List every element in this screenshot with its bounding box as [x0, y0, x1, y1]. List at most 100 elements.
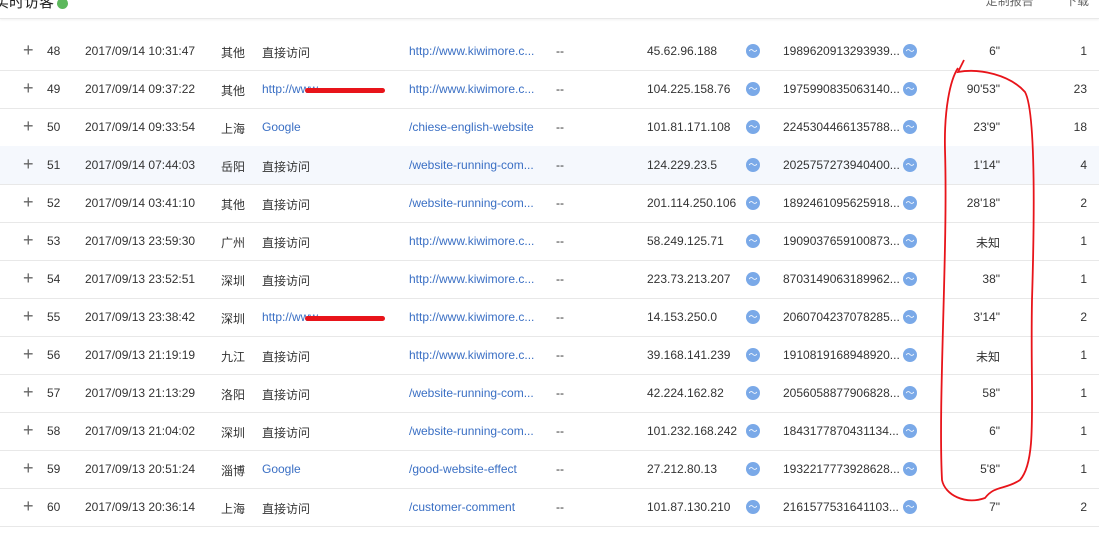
table-row[interactable]: +50 2017/09/14 09:33:54 上海 Google/chiese-en… — [0, 108, 1099, 147]
entry-page-link[interactable]: http://www.kiwimore.c... — [409, 310, 534, 324]
row-number: 49 — [47, 82, 61, 96]
visitor-id: 8703149063189962... — [783, 272, 900, 286]
table-row[interactable]: +48 2017/09/14 10:31:47 其他 直接访问 http://www.k… — [0, 32, 1099, 71]
trend-icon[interactable]: 〜 — [903, 386, 917, 400]
entry-page-link[interactable]: http://www.kiwimore.c... — [409, 348, 534, 362]
row-number: 59 — [47, 462, 61, 476]
expand-icon[interactable]: + — [23, 268, 34, 289]
entry-page-link[interactable]: http://www.kiwimore.c... — [409, 234, 534, 248]
expand-icon[interactable]: + — [23, 458, 34, 479]
table-row[interactable]: +49 2017/09/14 09:37:22 其他 http://www http:/… — [0, 70, 1099, 109]
visit-duration: 23'9" — [973, 120, 1000, 134]
trend-icon[interactable]: 〜 — [746, 386, 760, 400]
entry-page-link[interactable]: /website-running-com... — [409, 158, 534, 172]
ip-address: 201.114.250.106 — [647, 196, 737, 210]
source[interactable]: Google — [262, 462, 301, 476]
entry-page-link[interactable]: /website-running-com... — [409, 196, 534, 210]
trend-icon[interactable]: 〜 — [903, 310, 917, 324]
visit-time: 2017/09/14 09:33:54 — [85, 120, 196, 134]
visit-time: 2017/09/13 21:13:29 — [85, 386, 196, 400]
expand-icon[interactable]: + — [23, 382, 34, 403]
expand-icon[interactable]: + — [23, 154, 34, 175]
row-number: 53 — [47, 234, 61, 248]
trend-icon[interactable]: 〜 — [746, 500, 760, 514]
entry-page-link[interactable]: /website-running-com... — [409, 424, 534, 438]
page-views: 1 — [1080, 44, 1087, 58]
expand-icon[interactable]: + — [23, 344, 34, 365]
table-row[interactable]: +55 2017/09/13 23:38:42 深圳 http://www... htt… — [0, 298, 1099, 337]
trend-icon[interactable]: 〜 — [903, 158, 917, 172]
page-views: 4 — [1080, 158, 1087, 172]
visit-duration: 90'53" — [966, 82, 1000, 96]
trend-icon[interactable]: 〜 — [746, 196, 760, 210]
trend-icon[interactable]: 〜 — [746, 234, 760, 248]
page-views: 2 — [1080, 500, 1087, 514]
entry-page-link[interactable]: http://www.kiwimore.c... — [409, 272, 534, 286]
table-row[interactable]: +52 2017/09/14 03:41:10 其他 直接访问/website-run… — [0, 184, 1099, 223]
expand-icon[interactable]: + — [23, 230, 34, 251]
keyword: -- — [556, 310, 564, 324]
entry-page-link[interactable]: /good-website-effect — [409, 462, 517, 476]
table-row[interactable]: +58 2017/09/13 21:04:02 深圳 直接访问/website-run… — [0, 412, 1099, 451]
trend-icon[interactable]: 〜 — [903, 196, 917, 210]
table-row[interactable]: +53 2017/09/13 23:59:30 广州 直接访问 http://www.k… — [0, 222, 1099, 261]
region: 深圳 — [221, 274, 246, 288]
visit-time: 2017/09/14 07:44:03 — [85, 158, 196, 172]
status-badge — [57, 0, 69, 9]
expand-icon[interactable]: + — [23, 306, 34, 327]
download-button[interactable]: 下载 — [1065, 0, 1089, 8]
expand-icon[interactable]: + — [23, 40, 34, 61]
row-number: 58 — [47, 424, 61, 438]
ip-address: 124.229.23.5 — [647, 158, 718, 172]
expand-icon[interactable]: + — [23, 420, 34, 441]
trend-icon[interactable]: 〜 — [746, 82, 760, 96]
region: 岳阳 — [221, 160, 246, 174]
expand-icon[interactable]: + — [23, 116, 34, 137]
trend-icon[interactable]: 〜 — [903, 462, 917, 476]
trend-icon[interactable]: 〜 — [903, 272, 917, 286]
keyword: -- — [556, 196, 564, 210]
header-actions: 定制报告 下载 — [958, 0, 1089, 9]
entry-page-link[interactable]: /customer-comment — [409, 500, 515, 514]
trend-icon[interactable]: 〜 — [903, 234, 917, 248]
visitor-id: 1932217773928628... — [783, 462, 900, 476]
source[interactable]: Google — [262, 120, 301, 134]
visit-time: 2017/09/13 20:51:24 — [85, 462, 196, 476]
entry-page-link[interactable]: /chiese-english-website — [409, 120, 534, 134]
entry-page-link[interactable]: http://www.kiwimore.c... — [409, 82, 534, 96]
table-row[interactable]: +56 2017/09/13 21:19:19 九江 直接访问 http://www.k… — [0, 336, 1099, 375]
source: 直接访问 — [262, 502, 311, 516]
page-views: 23 — [1073, 82, 1087, 96]
entry-page-link[interactable]: http://www.kiwimore.c... — [409, 44, 534, 58]
expand-icon[interactable]: + — [23, 78, 34, 99]
table-row[interactable]: +57 2017/09/13 21:13:29 洛阳 直接访问/website-run… — [0, 374, 1099, 413]
entry-page-link[interactable]: /website-running-com... — [409, 386, 534, 400]
trend-icon[interactable]: 〜 — [746, 44, 760, 58]
expand-icon[interactable]: + — [23, 496, 34, 517]
table-row[interactable]: +54 2017/09/13 23:52:51 深圳 直接访问 http://www.k… — [0, 260, 1099, 299]
source: 直接访问 — [262, 350, 311, 364]
trend-icon[interactable]: 〜 — [746, 462, 760, 476]
trend-icon[interactable]: 〜 — [746, 424, 760, 438]
trend-icon[interactable]: 〜 — [903, 424, 917, 438]
keyword: -- — [556, 462, 564, 476]
trend-icon[interactable]: 〜 — [903, 44, 917, 58]
table-row[interactable]: +59 2017/09/13 20:51:24 淄博 Google/good-webs… — [0, 450, 1099, 489]
ip-address: 101.232.168.242 — [647, 424, 738, 438]
trend-icon[interactable]: 〜 — [903, 82, 917, 96]
trend-icon[interactable]: 〜 — [746, 348, 760, 362]
visit-duration: 未知 — [975, 350, 1000, 364]
visit-duration: 6" — [989, 44, 1000, 58]
trend-icon[interactable]: 〜 — [746, 120, 760, 134]
trend-icon[interactable]: 〜 — [746, 272, 760, 286]
table-row[interactable]: +60 2017/09/13 20:36:14 上海 直接访问/customer-co… — [0, 488, 1099, 527]
trend-icon[interactable]: 〜 — [746, 310, 760, 324]
trend-icon[interactable]: 〜 — [903, 500, 917, 514]
custom-report-button[interactable]: 定制报告 — [986, 0, 1034, 8]
trend-icon[interactable]: 〜 — [746, 158, 760, 172]
expand-icon[interactable]: + — [23, 192, 34, 213]
table-row[interactable]: +51 2017/09/14 07:44:03 岳阳 直接访问/website-run… — [0, 146, 1099, 185]
trend-icon[interactable]: 〜 — [903, 348, 917, 362]
trend-icon[interactable]: 〜 — [903, 120, 917, 134]
keyword: -- — [556, 386, 564, 400]
